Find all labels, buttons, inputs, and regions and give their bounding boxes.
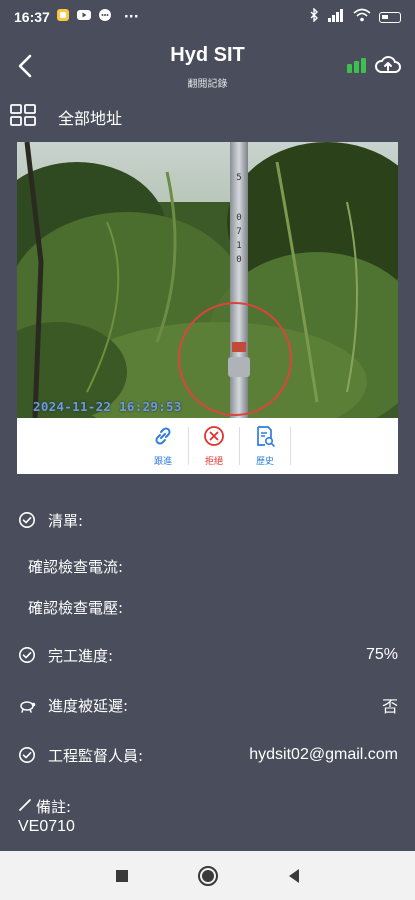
photo-scene: 5 0 7 1 0	[17, 142, 398, 418]
supervisor-row: 工程監督人員: hydsit02@gmail.com	[18, 743, 398, 767]
svg-text:5: 5	[236, 173, 241, 183]
recent-apps-button[interactable]	[108, 851, 136, 900]
supervisor-value: hydsit02@gmail.com	[249, 746, 398, 763]
wifi-icon	[353, 8, 371, 26]
pencil-icon	[18, 798, 32, 816]
reject-icon	[203, 425, 225, 451]
checklist-item: 確認檢查電壓:	[28, 599, 124, 617]
notes-label: 備註:	[36, 798, 72, 816]
history-label: 歷史	[255, 457, 274, 467]
turtle-icon	[18, 696, 36, 714]
svg-text:7: 7	[236, 227, 241, 237]
svg-text:1: 1	[236, 241, 241, 251]
check-circle-icon	[18, 646, 36, 664]
system-back-button[interactable]	[280, 851, 308, 900]
cellular-signal-icon	[327, 8, 345, 26]
cloud-upload-icon[interactable]	[374, 53, 402, 81]
check-circle-icon	[18, 511, 36, 529]
battery-icon	[379, 11, 401, 23]
triangle-back-icon	[289, 868, 299, 883]
notes-label-row: 備註:	[18, 796, 71, 817]
checklist-label: 清單:	[48, 511, 84, 530]
chat-icon	[98, 8, 112, 26]
status-time: 16:37	[14, 9, 50, 25]
delay-value: 否	[381, 699, 398, 716]
system-nav-bar	[0, 851, 415, 900]
reject-button[interactable]: 拒絕	[189, 425, 239, 467]
address-filter[interactable]: 全部地址	[10, 104, 122, 130]
progress-value: 75%	[365, 646, 398, 663]
history-button[interactable]: 歷史	[240, 425, 290, 467]
checklist-row: 清單:	[18, 508, 398, 532]
svg-text:0: 0	[236, 255, 241, 265]
photo-action-bar: 跟進 拒絕 歷史	[17, 418, 398, 474]
supervisor-label: 工程監督人員:	[48, 746, 144, 765]
status-bar: 16:37 ···	[0, 0, 415, 34]
progress-row: 完工進度: 75%	[18, 643, 398, 667]
check-circle-icon	[18, 746, 36, 764]
grid-view-icon[interactable]	[10, 104, 36, 130]
history-icon	[254, 425, 276, 451]
delay-row: 進度被延遲: 否	[18, 693, 398, 717]
svg-text:0: 0	[236, 213, 241, 223]
youtube-icon	[76, 8, 92, 26]
notification-app-icon	[56, 8, 70, 26]
inspection-photo[interactable]: 5 0 7 1 0 2024-11-22 16:29:53	[17, 142, 398, 418]
notes-value: VE0710	[18, 818, 75, 835]
delay-label: 進度被延遲:	[48, 696, 129, 715]
follow-up-label: 跟進	[153, 457, 172, 467]
follow-up-button[interactable]: 跟進	[138, 425, 188, 467]
checklist-item: 確認檢查電流:	[28, 558, 124, 576]
app-header: Hyd SIT 翻閱記錄	[0, 34, 415, 96]
link-icon	[152, 425, 174, 451]
home-button[interactable]	[194, 851, 222, 900]
reject-label: 拒絕	[204, 457, 223, 467]
action-divider	[290, 427, 291, 465]
photo-timestamp: 2024-11-22 16:29:53	[33, 399, 182, 414]
square-icon	[116, 869, 128, 882]
address-filter-label[interactable]: 全部地址	[58, 105, 122, 129]
home-circle-icon	[198, 865, 218, 886]
bluetooth-icon	[309, 7, 319, 26]
connection-strength-icon	[346, 56, 368, 78]
more-indicator: ···	[123, 9, 139, 25]
progress-label: 完工進度:	[48, 646, 114, 665]
